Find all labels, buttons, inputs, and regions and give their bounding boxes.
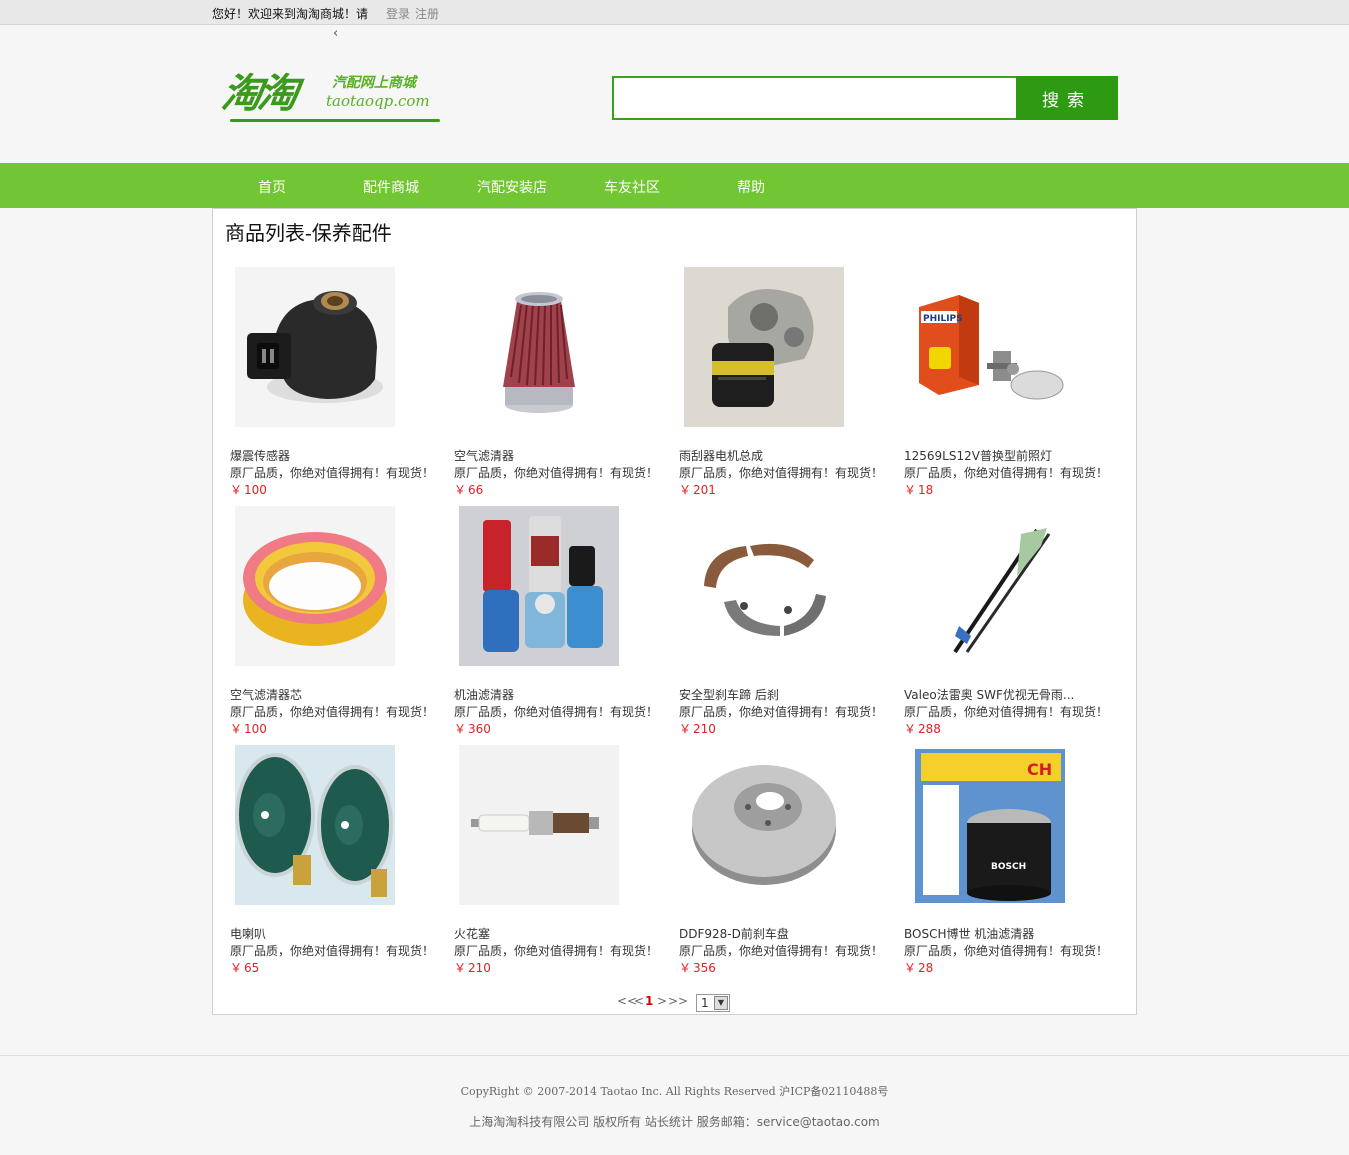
product-card[interactable]: 电喇叭 原厂品质，你绝对值得拥有！有现货！ ￥ 65 <box>230 743 455 982</box>
product-name[interactable]: 火花塞 <box>454 925 490 942</box>
product-price: ￥ 360 <box>454 722 491 736</box>
product-card[interactable]: 雨刮器电机总成 原厂品质，你绝对值得拥有！有现货！ ￥ 201 <box>679 265 904 504</box>
product-desc: 原厂品质，你绝对值得拥有！有现货！ <box>679 705 884 719</box>
product-price: ￥ 210 <box>454 961 491 975</box>
product-price: ￥ 28 <box>904 961 934 975</box>
product-name[interactable]: 爆震传感器 <box>230 447 290 464</box>
product-desc: 原厂品质，你绝对值得拥有！有现货！ <box>679 944 884 958</box>
company-info: 上海淘淘科技有限公司 版权所有 站长统计 服务邮箱：service@taotao… <box>469 1115 880 1129</box>
knock-sensor-image[interactable] <box>235 267 395 427</box>
bosch-oil-filter-image[interactable]: CH BOSCH <box>909 745 1069 905</box>
product-name[interactable]: 空气滤清器芯 <box>230 686 302 703</box>
page-title: 商品列表-保养配件 <box>225 221 392 245</box>
footer-divider <box>0 1055 1349 1056</box>
logo-subtitle: 汽配网上商城 <box>332 75 416 91</box>
product-desc: 原厂品质，你绝对值得拥有！有现货！ <box>230 944 435 958</box>
product-desc: 原厂品质，你绝对值得拥有！有现货！ <box>230 705 435 719</box>
product-name[interactable]: 12569LS12V普换型前照灯 <box>904 447 1052 464</box>
headlight-bulb-image[interactable]: PHILIPS <box>909 267 1069 427</box>
product-name[interactable]: 雨刮器电机总成 <box>679 447 763 464</box>
nav-install-shops[interactable]: 汽配安装店 <box>477 177 547 197</box>
svg-text:PHILIPS: PHILIPS <box>923 314 963 324</box>
electric-horn-image[interactable] <box>235 745 395 905</box>
chevron-down-icon[interactable]: ▼ <box>714 996 728 1010</box>
product-card[interactable]: 机油滤清器 原厂品质，你绝对值得拥有！有现货！ ￥ 360 <box>454 504 679 743</box>
logo-brand-text: 淘淘 <box>218 70 298 117</box>
product-desc: 原厂品质，你绝对值得拥有！有现货！ <box>904 705 1109 719</box>
air-filter-cone-image[interactable] <box>459 267 619 427</box>
product-card[interactable]: 空气滤清器芯 原厂品质，你绝对值得拥有！有现货！ ￥ 100 <box>230 504 455 743</box>
nav-home[interactable]: 首页 <box>258 177 286 197</box>
product-price: ￥ 201 <box>679 483 716 497</box>
product-desc: 原厂品质，你绝对值得拥有！有现货！ <box>904 466 1109 480</box>
copyright-text: CopyRight © 2007-2014 Taotao Inc. All Ri… <box>460 1085 889 1098</box>
product-price: ￥ 66 <box>454 483 484 497</box>
brake-shoes-image[interactable] <box>684 506 844 666</box>
product-desc: 原厂品质，你绝对值得拥有！有现货！ <box>454 705 659 719</box>
product-card[interactable]: DDF928-D前刹车盘 原厂品质，你绝对值得拥有！有现货！ ￥ 356 <box>679 743 904 982</box>
svg-text:CH: CH <box>1027 760 1052 779</box>
product-price: ￥ 288 <box>904 722 941 736</box>
wiper-motor-image[interactable] <box>684 267 844 427</box>
main-nav: 首页 配件商城 汽配安装店 车友社区 帮助 <box>0 163 1349 208</box>
product-name[interactable]: 空气滤清器 <box>454 447 514 464</box>
svg-text:BOSCH: BOSCH <box>991 862 1026 872</box>
site-logo[interactable]: 淘淘 汽配网上商城 taotaoqp.com <box>219 66 444 128</box>
product-name[interactable]: Valeo法雷奥 SWF优视无骨雨... <box>904 686 1074 703</box>
brake-disc-image[interactable] <box>684 745 844 905</box>
product-price: ￥ 100 <box>230 483 267 497</box>
product-desc: 原厂品质，你绝对值得拥有！有现货！ <box>904 944 1109 958</box>
search-input[interactable] <box>612 76 1018 120</box>
next-page-icon[interactable]: > <box>657 994 667 1008</box>
product-price: ￥ 100 <box>230 722 267 736</box>
product-name[interactable]: 机油滤清器 <box>454 686 514 703</box>
last-page-icon[interactable]: >> <box>668 994 688 1008</box>
spark-plug-image[interactable] <box>459 745 619 905</box>
oil-filters-image[interactable] <box>459 506 619 666</box>
product-card[interactable]: 空气滤清器 原厂品质，你绝对值得拥有！有现货！ ￥ 66 <box>454 265 679 504</box>
product-desc: 原厂品质，你绝对值得拥有！有现货！ <box>679 466 884 480</box>
air-filter-ring-image[interactable] <box>235 506 395 666</box>
top-bar: 您好！欢迎来到淘淘商城！请 登录 注册 <box>0 0 1349 25</box>
login-link[interactable]: 登录 <box>386 5 410 22</box>
product-card[interactable]: 安全型刹车蹄 后刹 原厂品质，你绝对值得拥有！有现货！ ￥ 210 <box>679 504 904 743</box>
logo-url: taotaoqp.com <box>326 92 430 110</box>
back-arrow-icon[interactable]: ‹ <box>333 26 338 41</box>
product-list-panel: 商品列表-保养配件 爆震传感器 原厂品质，你绝对值得拥有！有现货！ ￥100 <box>212 208 1137 1015</box>
logo-underline <box>230 119 440 122</box>
product-name[interactable]: 安全型刹车蹄 后刹 <box>679 686 779 703</box>
product-price: ￥ 210 <box>679 722 716 736</box>
product-name[interactable]: BOSCH博世 机油滤清器 <box>904 925 1034 942</box>
product-price: ￥ 65 <box>230 961 260 975</box>
wiper-blade-image[interactable] <box>909 506 1069 666</box>
nav-help[interactable]: 帮助 <box>737 177 765 197</box>
search-box: 搜索 <box>612 76 1118 120</box>
product-desc: 原厂品质，你绝对值得拥有！有现货！ <box>454 944 659 958</box>
product-price: ￥ 356 <box>679 961 716 975</box>
product-card[interactable]: CH BOSCH BOSCH博世 机油滤清器 原厂品质，你绝对值得拥有！有现货！… <box>904 743 1129 982</box>
product-card[interactable]: PHILIPS 12569LS12V普换型前照灯 原厂品质，你绝对值得拥有！有现… <box>904 265 1129 504</box>
product-desc: 原厂品质，你绝对值得拥有！有现货！ <box>454 466 659 480</box>
product-name[interactable]: DDF928-D前刹车盘 <box>679 925 789 942</box>
product-name[interactable]: 电喇叭 <box>230 925 266 942</box>
product-card[interactable]: 爆震传感器 原厂品质，你绝对值得拥有！有现货！ ￥ 100 <box>230 265 455 504</box>
product-card[interactable]: 火花塞 原厂品质，你绝对值得拥有！有现货！ ￥ 210 <box>454 743 679 982</box>
nav-community[interactable]: 车友社区 <box>604 177 660 197</box>
nav-parts-mall[interactable]: 配件商城 <box>363 177 419 197</box>
register-link[interactable]: 注册 <box>415 5 439 22</box>
prev-page-icon[interactable]: < <box>634 994 644 1008</box>
page-select[interactable]: 1 ▼ <box>696 994 730 1012</box>
product-price: ￥ 18 <box>904 483 934 497</box>
search-button[interactable]: 搜索 <box>1016 76 1118 120</box>
product-desc: 原厂品质，你绝对值得拥有！有现货！ <box>230 466 435 480</box>
current-page[interactable]: 1 <box>645 994 653 1008</box>
welcome-text: 您好！欢迎来到淘淘商城！请 <box>212 7 369 21</box>
product-card[interactable]: Valeo法雷奥 SWF优视无骨雨... 原厂品质，你绝对值得拥有！有现货！ ￥… <box>904 504 1129 743</box>
